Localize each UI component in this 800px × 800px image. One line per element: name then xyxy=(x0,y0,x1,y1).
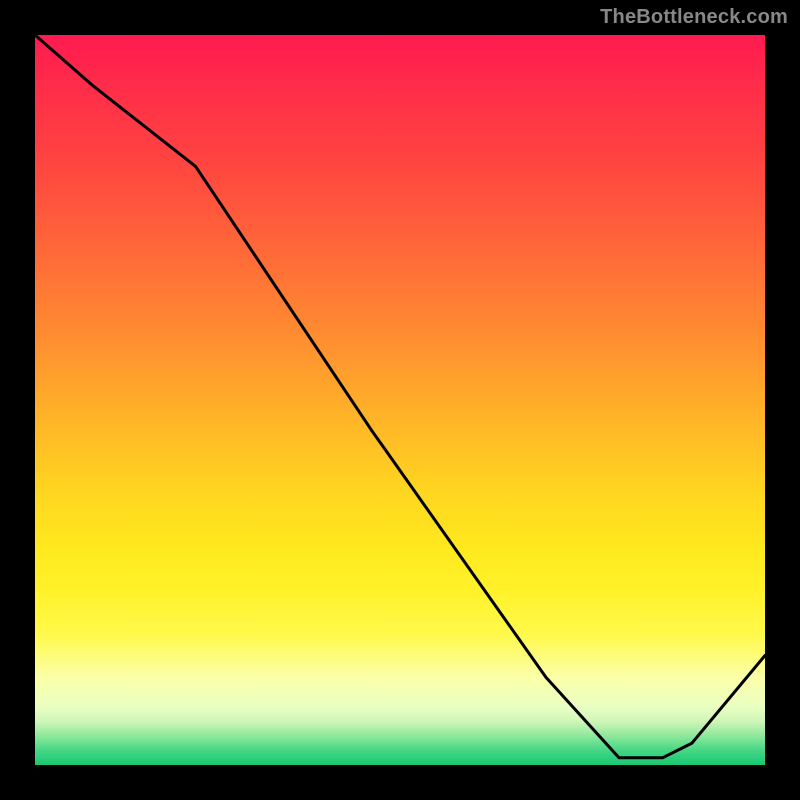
watermark-text: TheBottleneck.com xyxy=(600,6,788,29)
bottleneck-curve xyxy=(35,35,765,758)
chart-root: TheBottleneck.com xyxy=(0,0,800,800)
line-layer xyxy=(35,35,765,765)
plot-area xyxy=(35,35,765,765)
